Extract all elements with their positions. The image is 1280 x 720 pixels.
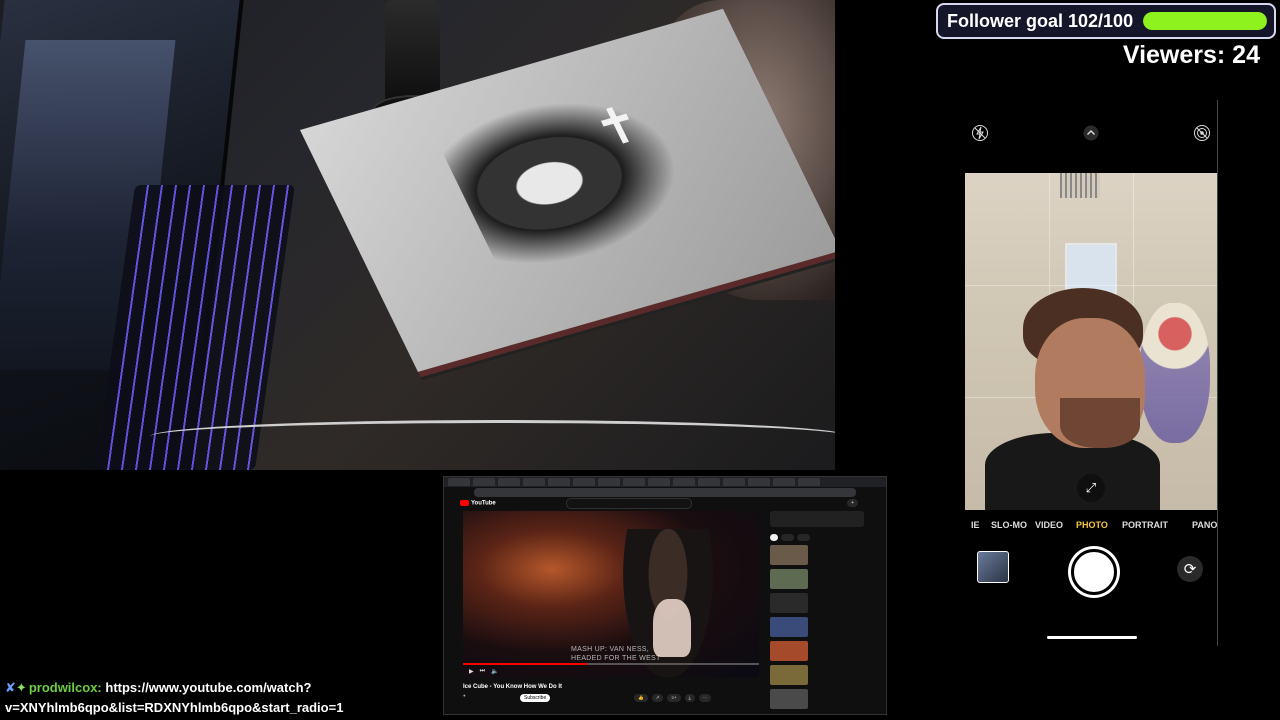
camera-mode-selector[interactable]: IE SLO-MO VIDEO PHOTO PORTRAIT PANO — [965, 520, 1217, 536]
flash-off-icon[interactable] — [971, 124, 989, 142]
download-button[interactable]: ⤓ — [684, 694, 695, 702]
save-button[interactable]: ≡+ — [667, 694, 681, 702]
video-controls[interactable]: ▶ ⏭ 🔈 — [463, 665, 759, 677]
more-button[interactable]: ⋯ — [698, 694, 712, 702]
share-button[interactable]: ↗ — [651, 694, 664, 702]
recommendation-item[interactable] — [770, 665, 882, 685]
streamer — [985, 283, 1160, 510]
chip[interactable] — [781, 534, 794, 541]
camera-viewfinder[interactable]: ⤢ — [965, 173, 1217, 510]
play-icon[interactable]: ▶ — [469, 668, 474, 675]
subscribe-button[interactable]: Subscribe — [520, 694, 551, 702]
recommendation-item[interactable] — [770, 641, 882, 661]
last-photo-thumbnail[interactable] — [977, 551, 1009, 583]
youtube-logo[interactable]: YouTube — [460, 499, 496, 506]
recommendation-item[interactable] — [770, 545, 882, 565]
recommendation-item[interactable] — [770, 593, 882, 613]
chip[interactable] — [770, 534, 779, 541]
switch-camera-icon[interactable]: ⟳ — [1177, 556, 1203, 582]
next-icon[interactable]: ⏭ — [480, 668, 485, 675]
desk-webcam-feed: ✝ — [0, 0, 835, 470]
channel-info[interactable]: ● — [463, 693, 466, 698]
cable — [150, 420, 835, 453]
filter-chips — [770, 534, 882, 541]
create-button[interactable]: + — [847, 499, 858, 507]
recommendation-item[interactable] — [770, 689, 882, 709]
live-photo-off-icon[interactable] — [1193, 124, 1211, 142]
camera-mode[interactable]: PORTRAIT — [1122, 520, 1168, 530]
phone-camera-feed: ⤢ IE SLO-MO VIDEO PHOTO PORTRAIT PANO ⟳ — [965, 100, 1218, 646]
mix-playlist-panel[interactable] — [770, 511, 864, 527]
volume-icon[interactable]: 🔈 — [491, 668, 498, 675]
camera-mode[interactable]: PANO — [1192, 520, 1217, 530]
recommendations-sidebar — [770, 511, 882, 711]
camera-mode[interactable]: SLO-MO — [991, 520, 1027, 530]
browser-window-capture: YouTube + MASH UP: VAN NESS, HEADED FOR … — [443, 476, 887, 715]
follower-goal-bar-fill — [1143, 12, 1267, 30]
video-player[interactable]: MASH UP: VAN NESS, HEADED FOR THE WEST ▶… — [463, 511, 759, 677]
chip[interactable] — [796, 534, 810, 541]
video-caption: MASH UP: VAN NESS, HEADED FOR THE WEST — [571, 646, 661, 662]
recommendation-item[interactable] — [770, 617, 882, 637]
video-title: Ice Cube - You Know How We Do It — [463, 684, 563, 690]
recommendation-item[interactable] — [770, 569, 882, 589]
like-button[interactable]: 👍 — [634, 694, 648, 702]
chat-message-text: https://www.youtube.com/watch? — [105, 680, 312, 695]
browser-tab-bar[interactable] — [444, 477, 886, 487]
address-bar[interactable] — [474, 488, 856, 497]
chat-username[interactable]: prodwilcox: — [29, 680, 102, 695]
chat-message: ✘✦ prodwilcox: https://www.youtube.com/wa… — [5, 678, 435, 717]
shutter-button[interactable] — [1071, 549, 1117, 595]
chevron-up-icon[interactable] — [1082, 124, 1100, 142]
home-indicator — [1047, 636, 1137, 639]
youtube-header: YouTube + — [444, 497, 886, 509]
expand-icon[interactable]: ⤢ — [1077, 474, 1105, 502]
follower-goal-bar — [1143, 12, 1267, 30]
camera-mode-active[interactable]: PHOTO — [1076, 520, 1108, 530]
chat-badge-icons: ✘✦ — [5, 681, 27, 696]
follower-goal-label: Follower goal 102/100 — [947, 10, 1134, 31]
chat-message-text-continued: v=XNYhlmb6qpo&list=RDXNYhlmb6qpo&start_r… — [5, 700, 344, 715]
hooded-figure-sketch — [433, 75, 707, 280]
camera-mode[interactable]: VIDEO — [1035, 520, 1063, 530]
ceiling-vent — [1060, 173, 1100, 198]
viewer-count: Viewers: 24 — [1122, 41, 1260, 69]
video-actions: 👍 ↗ ≡+ ⤓ ⋯ — [634, 694, 712, 702]
camera-mode[interactable]: IE — [971, 520, 980, 530]
follower-goal-widget: Follower goal 102/100 — [936, 3, 1276, 39]
youtube-search-input[interactable] — [565, 497, 692, 509]
